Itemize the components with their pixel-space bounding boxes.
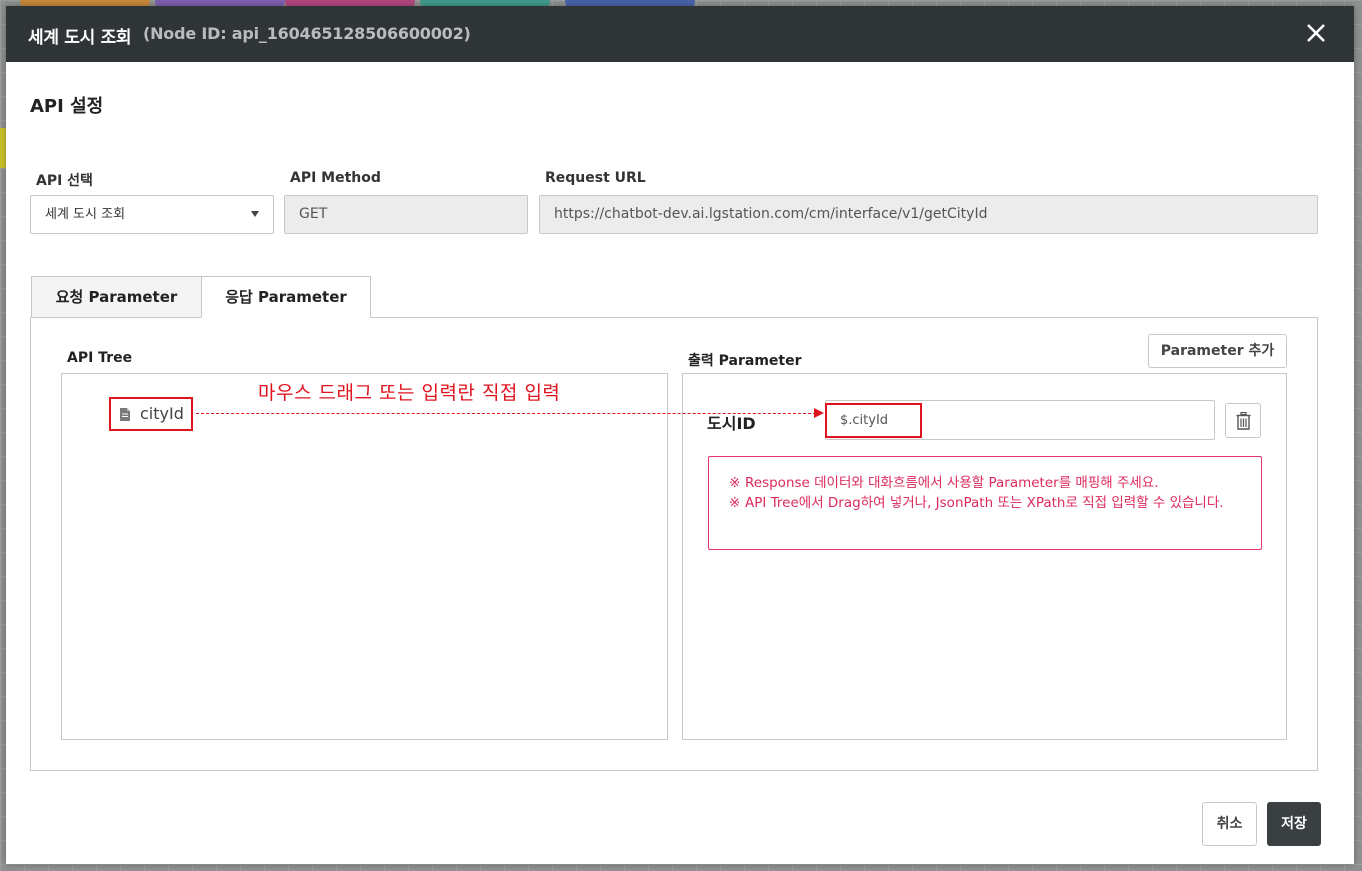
drag-hint-annotation: 마우스 드래그 또는 입력란 직접 입력: [258, 382, 561, 404]
tab-request-parameter[interactable]: 요청 Parameter: [31, 276, 202, 318]
param-value-text: $.cityId: [840, 413, 889, 428]
api-method-label: API Method: [290, 170, 381, 186]
param-name: 도시ID: [707, 414, 756, 433]
close-button[interactable]: [1302, 18, 1330, 48]
request-url-value: https://chatbot-dev.ai.lgstation.com/cm/…: [554, 206, 988, 222]
dropdown-arrow-icon: [251, 211, 259, 217]
notice-line: ※ Response 데이터와 대화흐름에서 사용할 Parameter를 매핑…: [729, 473, 1241, 493]
api-method-field: GET: [284, 195, 528, 234]
notice-mark: ※: [729, 475, 741, 491]
file-icon: [120, 408, 130, 421]
notice-text: API Tree에서 Drag하여 넣거나, JsonPath 또는 XPath…: [745, 495, 1224, 511]
api-select-value: 세계 도시 조회: [45, 207, 126, 222]
tree-node-label: cityId: [140, 404, 184, 423]
node-id-label: (Node ID: api_160465128506600002): [143, 24, 471, 43]
notice-text: Response 데이터와 대화흐름에서 사용할 Parameter를 매핑해 …: [745, 475, 1159, 491]
delete-parameter-button[interactable]: [1225, 403, 1261, 438]
tab-response-parameter[interactable]: 응답 Parameter: [201, 276, 371, 318]
api-method-value: GET: [299, 206, 328, 222]
section-title: API 설정: [30, 96, 104, 117]
tree-node-cityid[interactable]: cityId: [109, 397, 193, 431]
dialog-header: 세계 도시 조회 (Node ID: api_16046512850660000…: [6, 6, 1354, 62]
close-icon: [1307, 24, 1325, 42]
mapping-notice: ※ Response 데이터와 대화흐름에서 사용할 Parameter를 매핑…: [708, 456, 1262, 550]
output-parameter-label: 출력 Parameter: [688, 353, 802, 369]
trash-icon: [1236, 412, 1251, 430]
api-tree-label: API Tree: [67, 350, 133, 366]
save-button[interactable]: 저장: [1267, 802, 1321, 846]
cancel-button[interactable]: 취소: [1202, 802, 1257, 846]
api-select-dropdown[interactable]: 세계 도시 조회: [30, 195, 274, 234]
dialog-title: 세계 도시 조회: [28, 28, 132, 48]
notice-line: ※ API Tree에서 Drag하여 넣거나, JsonPath 또는 XPa…: [729, 493, 1241, 513]
api-select-label: API 선택: [36, 173, 93, 189]
notice-mark: ※: [729, 495, 741, 511]
arrow-head-icon: [814, 408, 824, 418]
request-url-label: Request URL: [545, 170, 646, 186]
add-parameter-button[interactable]: Parameter 추가: [1148, 334, 1287, 368]
request-url-field: https://chatbot-dev.ai.lgstation.com/cm/…: [539, 195, 1318, 234]
